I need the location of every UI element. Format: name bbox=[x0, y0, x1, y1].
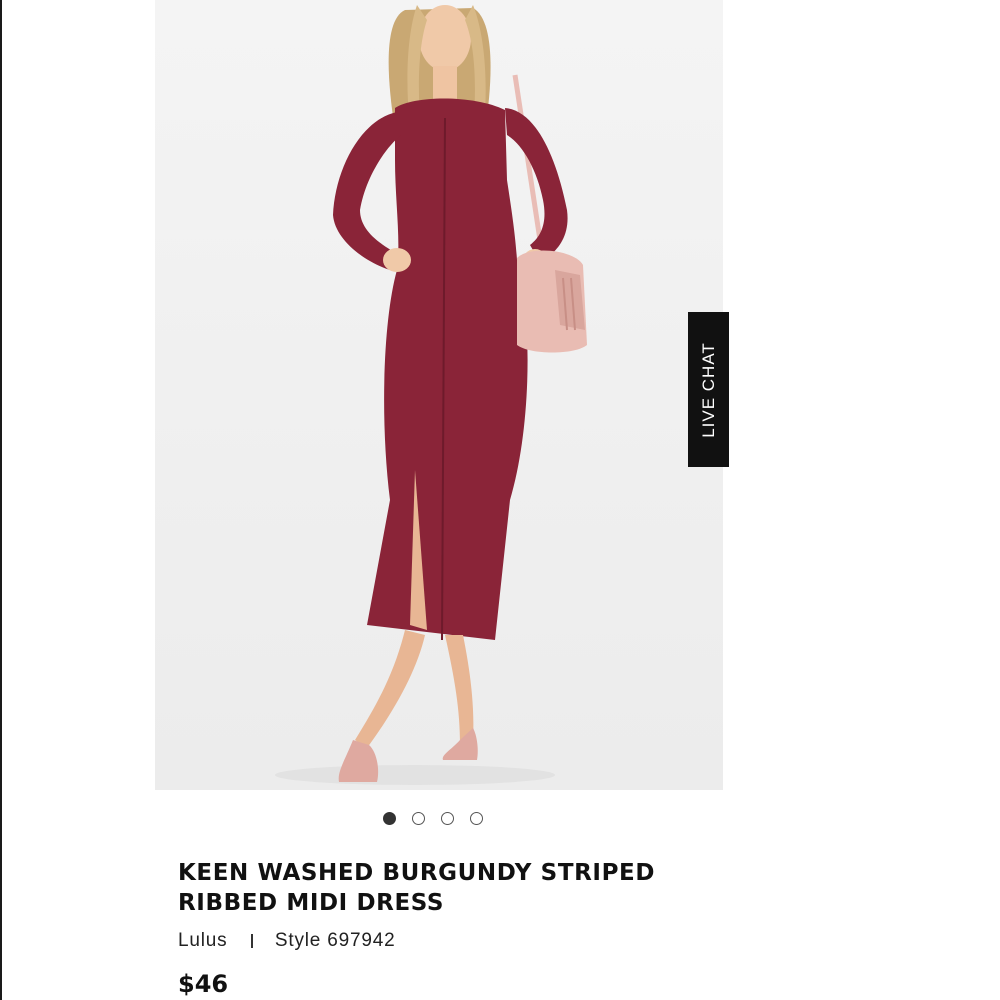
left-border bbox=[0, 0, 2, 1000]
product-price: $46 bbox=[178, 970, 229, 998]
meta-divider bbox=[251, 934, 253, 948]
carousel-dot-4[interactable] bbox=[470, 812, 483, 825]
style-number: Style 697942 bbox=[274, 930, 396, 951]
live-chat-label: LIVE CHAT bbox=[698, 341, 718, 438]
carousel-dot-2[interactable] bbox=[412, 812, 425, 825]
product-image[interactable] bbox=[155, 0, 723, 790]
product-photo bbox=[275, 5, 587, 785]
carousel-dot-3[interactable] bbox=[441, 812, 454, 825]
product-title: KEEN WASHED BURGUNDY STRIPED RIBBED MIDI… bbox=[178, 860, 656, 916]
brand-link[interactable]: Lulus bbox=[178, 930, 227, 952]
product-meta: Lulus Style 697942 bbox=[178, 930, 395, 952]
live-chat-button[interactable]: LIVE CHAT bbox=[688, 312, 729, 467]
product-page: LIVE CHAT KEEN WASHED BURGUNDY STRIPED R… bbox=[0, 0, 1000, 1000]
carousel-dots bbox=[383, 812, 483, 825]
carousel-dot-1[interactable] bbox=[383, 812, 396, 825]
